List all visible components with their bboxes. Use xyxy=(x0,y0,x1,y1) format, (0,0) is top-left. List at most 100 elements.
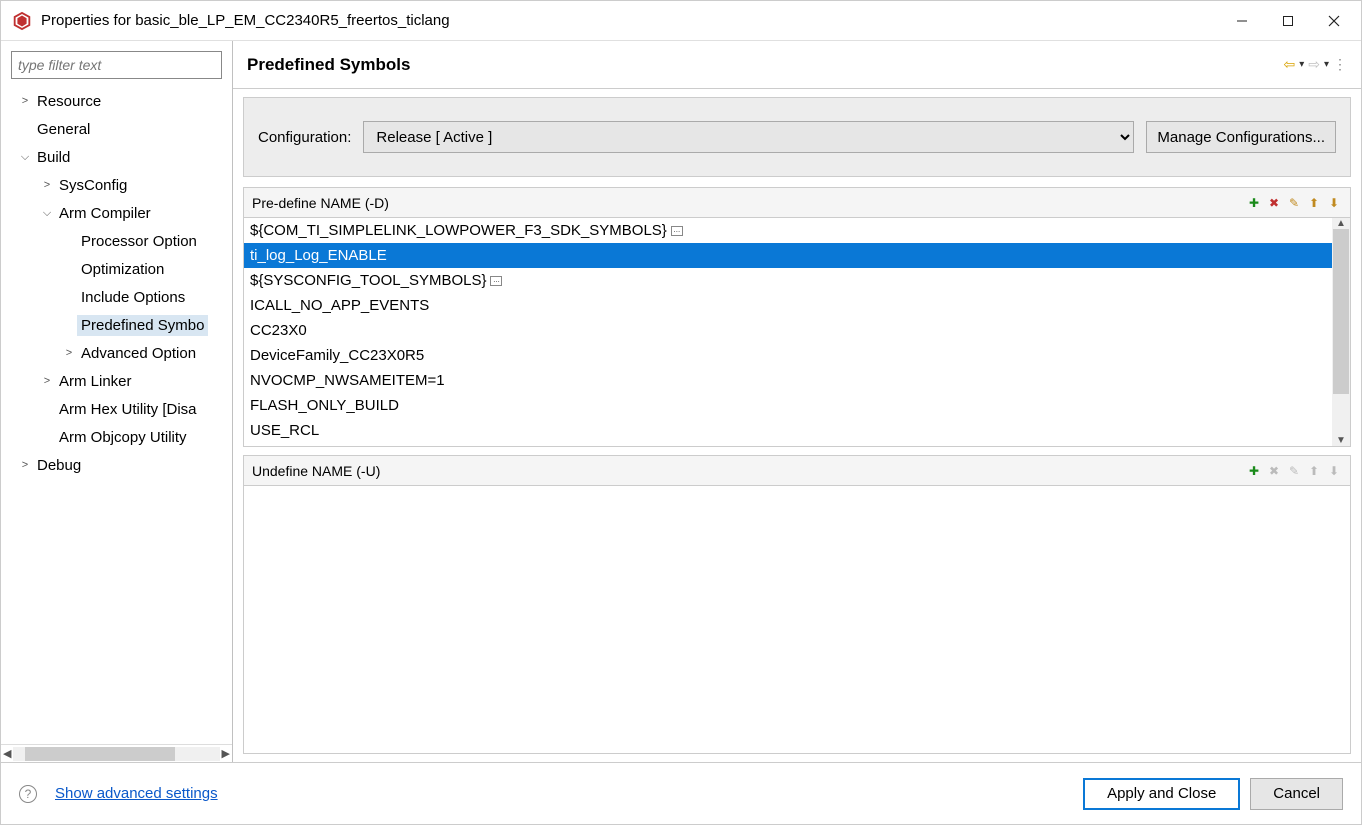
tree-item[interactable]: >Advanced Option xyxy=(1,339,232,367)
back-menu-icon[interactable]: ▾ xyxy=(1299,59,1304,70)
sidebar: >ResourceGeneral⌵Build>SysConfig⌵Arm Com… xyxy=(1,41,233,762)
chevron-down-icon[interactable]: ⌵ xyxy=(39,207,55,220)
undefine-title: Undefine NAME (-U) xyxy=(252,463,1246,479)
list-item[interactable]: ${SYSCONFIG_TOOL_SYMBOLS} … xyxy=(244,268,1332,293)
predefine-title: Pre-define NAME (-D) xyxy=(252,195,1246,211)
tree-item-label: Arm Objcopy Utility xyxy=(55,427,191,448)
list-item-text: NVOCMP_NWSAMEITEM=1 xyxy=(250,372,445,389)
list-item-text: DeviceFamily_CC23X0R5 xyxy=(250,347,424,364)
maximize-button[interactable] xyxy=(1265,5,1311,37)
tree-item[interactable]: >Arm Linker xyxy=(1,367,232,395)
undefine-list[interactable] xyxy=(244,486,1350,753)
main-pane: Predefined Symbols ⇦ ▾ ⇨ ▾ ⋮ Configurati… xyxy=(233,41,1361,762)
move-up-icon: ⬆ xyxy=(1306,463,1322,479)
list-item[interactable]: NVOCMP_NWSAMEITEM=1 xyxy=(244,368,1332,393)
footer: ? Show advanced settings Apply and Close… xyxy=(1,762,1361,824)
main-header: Predefined Symbols ⇦ ▾ ⇨ ▾ ⋮ xyxy=(233,41,1361,89)
move-up-icon[interactable]: ⬆ xyxy=(1306,195,1322,211)
tree-item[interactable]: Optimization xyxy=(1,255,232,283)
tree-item-label: Arm Hex Utility [Disa xyxy=(55,399,201,420)
tree-item[interactable]: >SysConfig xyxy=(1,171,232,199)
list-item[interactable]: ICALL_NO_APP_EVENTS xyxy=(244,293,1332,318)
tree-item-label: Processor Option xyxy=(77,231,201,252)
horizontal-scrollbar[interactable]: ◀ ▶ xyxy=(1,744,232,762)
window-title: Properties for basic_ble_LP_EM_CC2340R5_… xyxy=(41,12,1219,29)
tree-item-label: SysConfig xyxy=(55,175,131,196)
tree-item[interactable]: General xyxy=(1,115,232,143)
tree-item-label: Include Options xyxy=(77,287,189,308)
list-item-text: ${COM_TI_SIMPLELINK_LOWPOWER_F3_SDK_SYMB… xyxy=(250,222,667,239)
vertical-scrollbar[interactable]: ▲ ▼ xyxy=(1332,218,1350,446)
list-item[interactable]: FLASH_ONLY_BUILD xyxy=(244,393,1332,418)
scroll-right-icon[interactable]: ▶ xyxy=(222,747,230,760)
forward-icon[interactable]: ⇨ xyxy=(1308,56,1320,73)
page-title: Predefined Symbols xyxy=(247,55,1283,75)
manage-configurations-button[interactable]: Manage Configurations... xyxy=(1146,121,1336,153)
tree-item[interactable]: Arm Hex Utility [Disa xyxy=(1,395,232,423)
tree-item-label: Optimization xyxy=(77,259,168,280)
move-down-icon[interactable]: ⬇ xyxy=(1326,195,1342,211)
app-icon xyxy=(11,10,33,32)
filter-input[interactable] xyxy=(11,51,222,79)
scroll-down-icon[interactable]: ▼ xyxy=(1336,435,1346,446)
chevron-down-icon[interactable]: ⌵ xyxy=(17,151,33,164)
scroll-left-icon[interactable]: ◀ xyxy=(3,747,11,760)
tree-item[interactable]: Processor Option xyxy=(1,227,232,255)
scroll-up-icon[interactable]: ▲ xyxy=(1336,218,1346,229)
tree-item-label: Build xyxy=(33,147,74,168)
list-item-text: USE_RCL xyxy=(250,422,319,439)
tree-item-label: Arm Compiler xyxy=(55,203,155,224)
predefine-header: Pre-define NAME (-D) ✚ ✖ ✎ ⬆ ⬇ xyxy=(244,188,1350,218)
chevron-right-icon[interactable]: > xyxy=(17,95,33,107)
edit-icon[interactable]: ✎ xyxy=(1286,195,1302,211)
tree-item-label: Arm Linker xyxy=(55,371,136,392)
tree-item[interactable]: ⌵Arm Compiler xyxy=(1,199,232,227)
show-advanced-link[interactable]: Show advanced settings xyxy=(55,785,1073,802)
configuration-select[interactable]: Release [ Active ] xyxy=(363,121,1134,153)
forward-menu-icon[interactable]: ▾ xyxy=(1324,59,1329,70)
tree-item[interactable]: Predefined Symbo xyxy=(1,311,232,339)
properties-dialog: Properties for basic_ble_LP_EM_CC2340R5_… xyxy=(0,0,1362,825)
tree-item[interactable]: >Resource xyxy=(1,87,232,115)
tree-item[interactable]: ⌵Build xyxy=(1,143,232,171)
undefine-header: Undefine NAME (-U) ✚ ✖ ✎ ⬆ ⬇ xyxy=(244,456,1350,486)
configuration-label: Configuration: xyxy=(258,129,351,146)
help-icon[interactable]: ? xyxy=(19,785,37,803)
edit-icon: ✎ xyxy=(1286,463,1302,479)
tree-item[interactable]: Arm Objcopy Utility xyxy=(1,423,232,451)
list-item[interactable]: ${COM_TI_SIMPLELINK_LOWPOWER_F3_SDK_SYMB… xyxy=(244,218,1332,243)
tree-item-label: General xyxy=(33,119,94,140)
predefine-list[interactable]: ${COM_TI_SIMPLELINK_LOWPOWER_F3_SDK_SYMB… xyxy=(244,218,1332,446)
chevron-right-icon[interactable]: > xyxy=(39,375,55,387)
tree-item[interactable]: Include Options xyxy=(1,283,232,311)
close-button[interactable] xyxy=(1311,5,1357,37)
move-down-icon: ⬇ xyxy=(1326,463,1342,479)
list-item-text: FLASH_ONLY_BUILD xyxy=(250,397,399,414)
tree-item-label: Debug xyxy=(33,455,85,476)
list-item-text: ti_log_Log_ENABLE xyxy=(250,247,387,264)
view-menu-icon[interactable]: ⋮ xyxy=(1333,56,1347,73)
add-icon[interactable]: ✚ xyxy=(1246,195,1262,211)
list-item[interactable]: USE_RCL xyxy=(244,418,1332,443)
list-item-text: ${SYSCONFIG_TOOL_SYMBOLS} xyxy=(250,272,486,289)
apply-and-close-button[interactable]: Apply and Close xyxy=(1083,778,1240,810)
list-item[interactable]: ti_log_Log_ENABLE xyxy=(244,243,1332,268)
delete-icon[interactable]: ✖ xyxy=(1266,195,1282,211)
minimize-button[interactable] xyxy=(1219,5,1265,37)
add-icon[interactable]: ✚ xyxy=(1246,463,1262,479)
undefine-panel: Undefine NAME (-U) ✚ ✖ ✎ ⬆ ⬇ xyxy=(243,455,1351,754)
titlebar: Properties for basic_ble_LP_EM_CC2340R5_… xyxy=(1,1,1361,41)
expand-macro-icon[interactable]: … xyxy=(490,276,502,286)
chevron-right-icon[interactable]: > xyxy=(17,459,33,471)
expand-macro-icon[interactable]: … xyxy=(671,226,683,236)
chevron-right-icon[interactable]: > xyxy=(61,347,77,359)
chevron-right-icon[interactable]: > xyxy=(39,179,55,191)
back-icon[interactable]: ⇦ xyxy=(1283,56,1295,73)
tree-item[interactable]: >Debug xyxy=(1,451,232,479)
cancel-button[interactable]: Cancel xyxy=(1250,778,1343,810)
tree-item-label: Predefined Symbo xyxy=(77,315,208,336)
list-item[interactable]: DeviceFamily_CC23X0R5 xyxy=(244,343,1332,368)
nav-tree: >ResourceGeneral⌵Build>SysConfig⌵Arm Com… xyxy=(1,85,232,744)
tree-item-label: Resource xyxy=(33,91,105,112)
list-item[interactable]: CC23X0 xyxy=(244,318,1332,343)
